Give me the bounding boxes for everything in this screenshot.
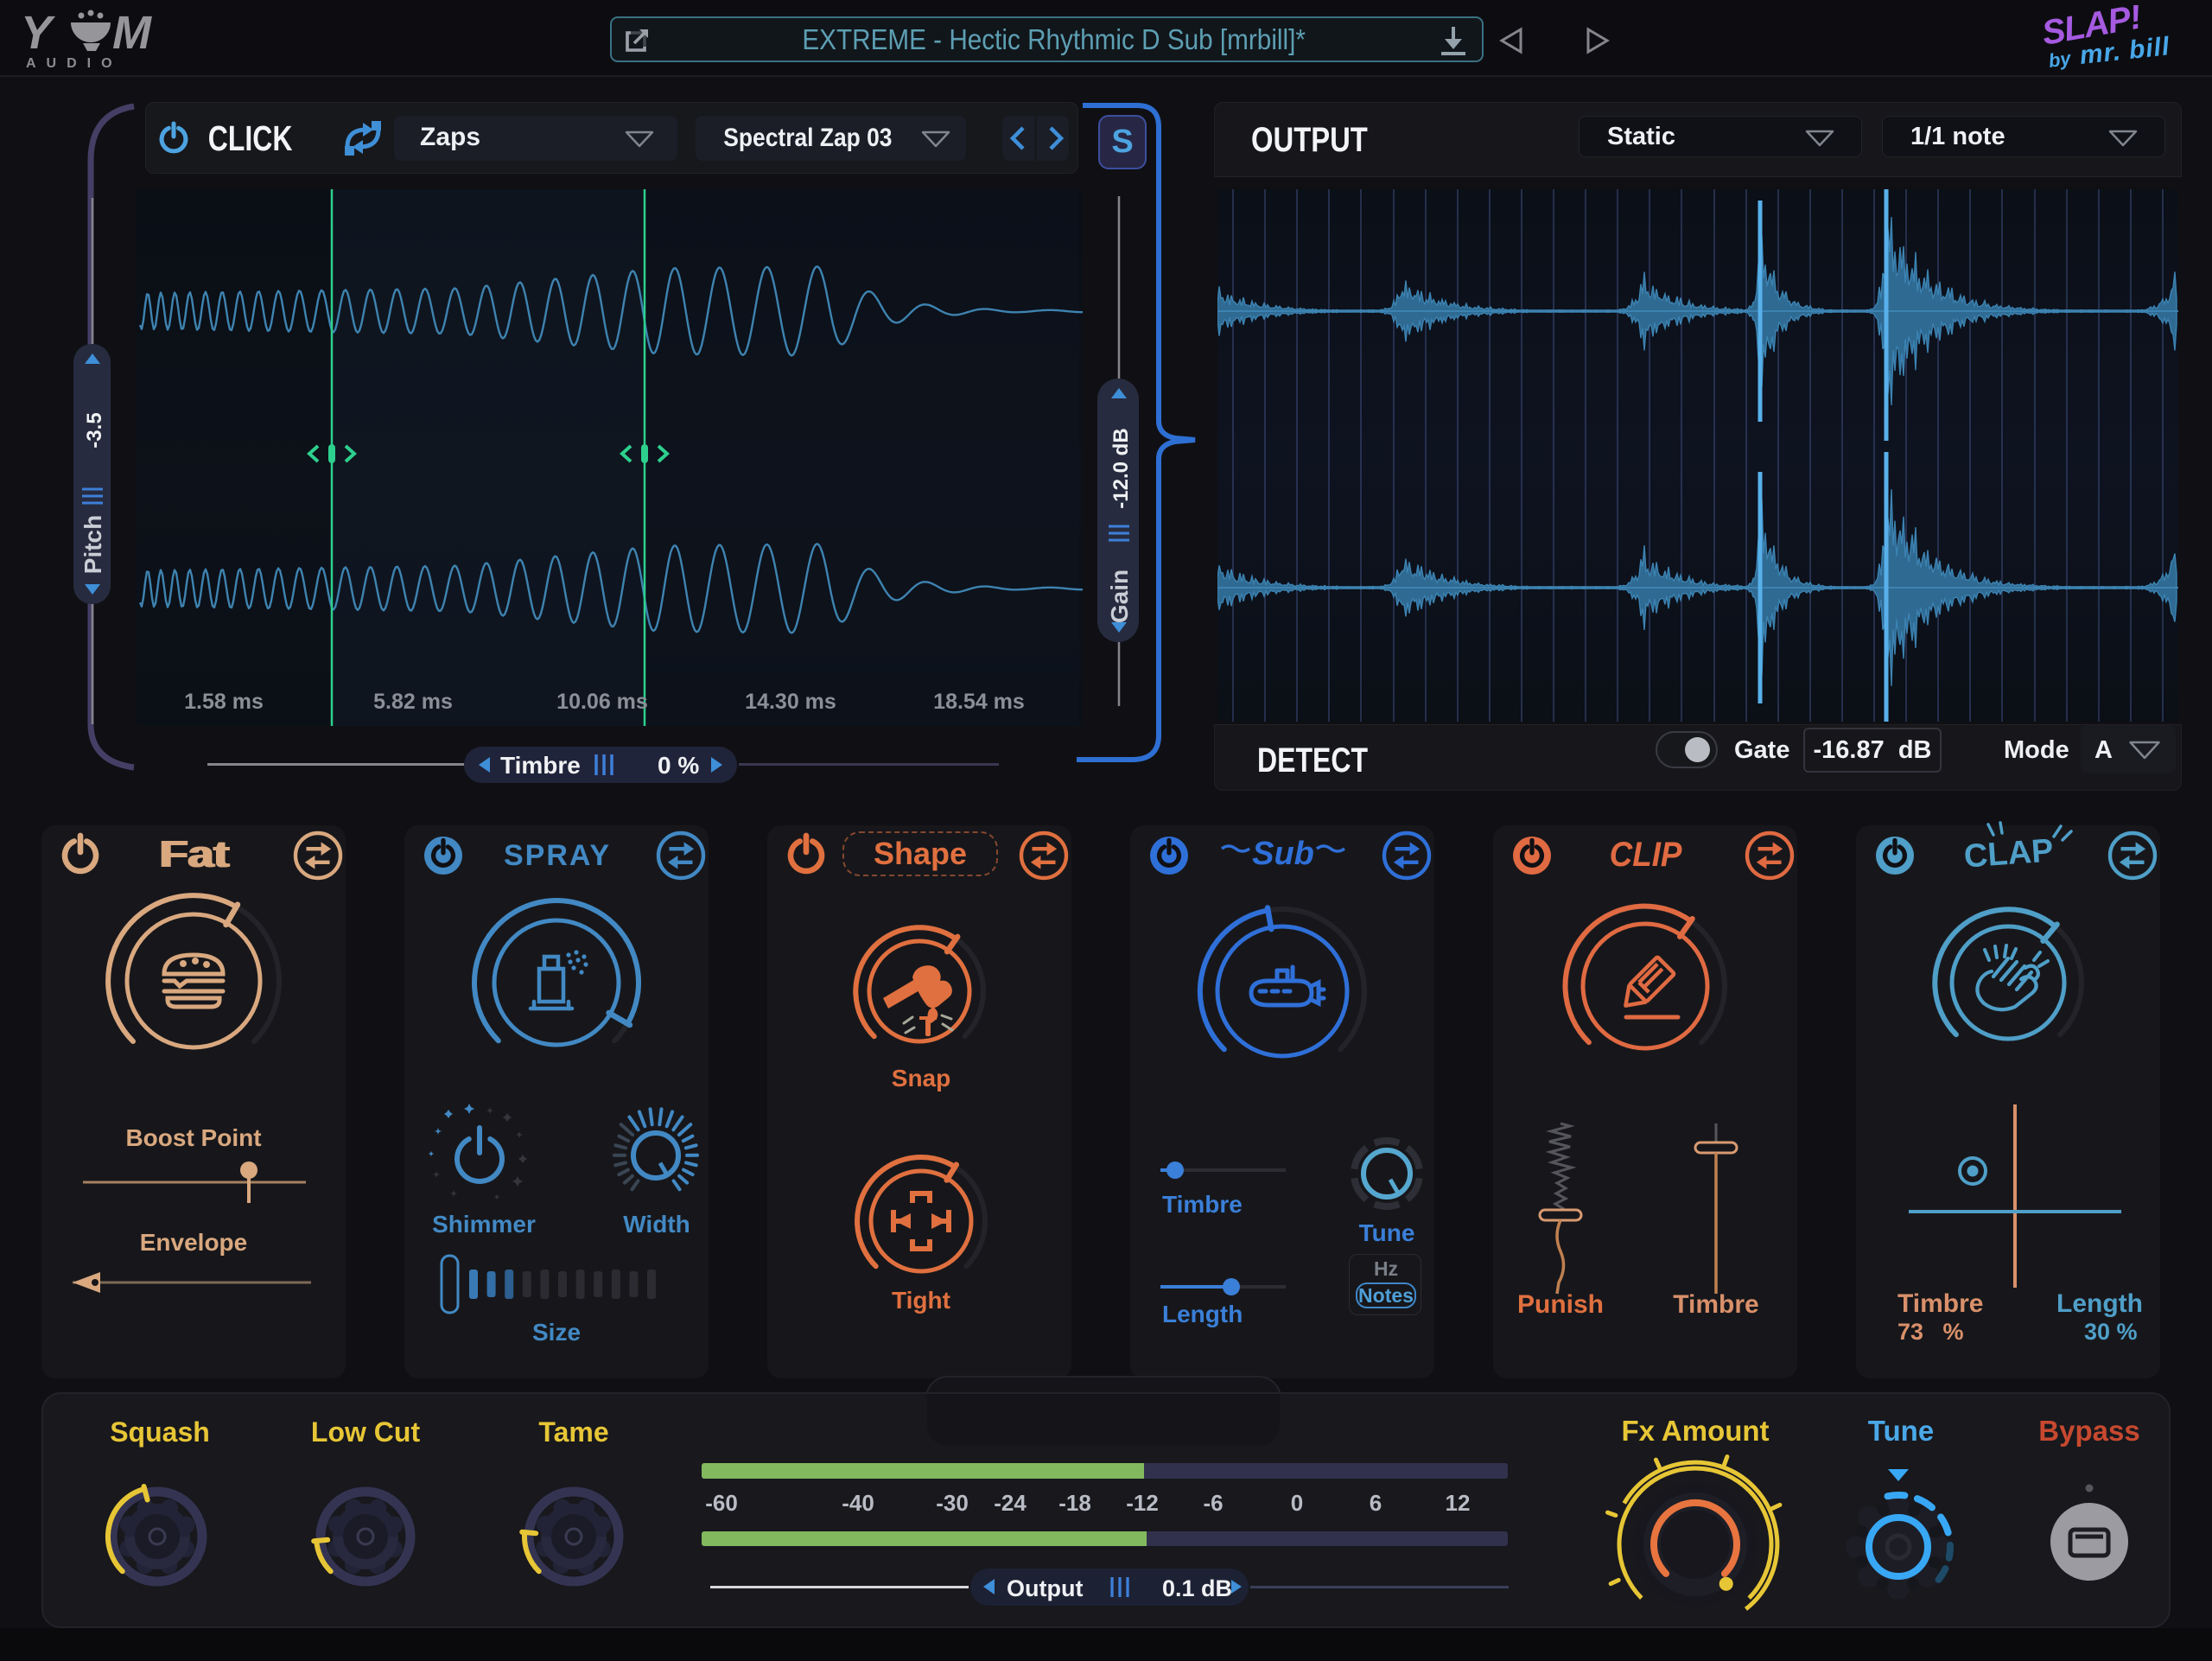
svg-text:Pitch: Pitch — [79, 515, 106, 574]
svg-text:Gain: Gain — [1106, 570, 1133, 623]
svg-text:-12.0 dB: -12.0 dB — [1109, 428, 1133, 508]
svg-text:-3.5: -3.5 — [83, 412, 106, 448]
